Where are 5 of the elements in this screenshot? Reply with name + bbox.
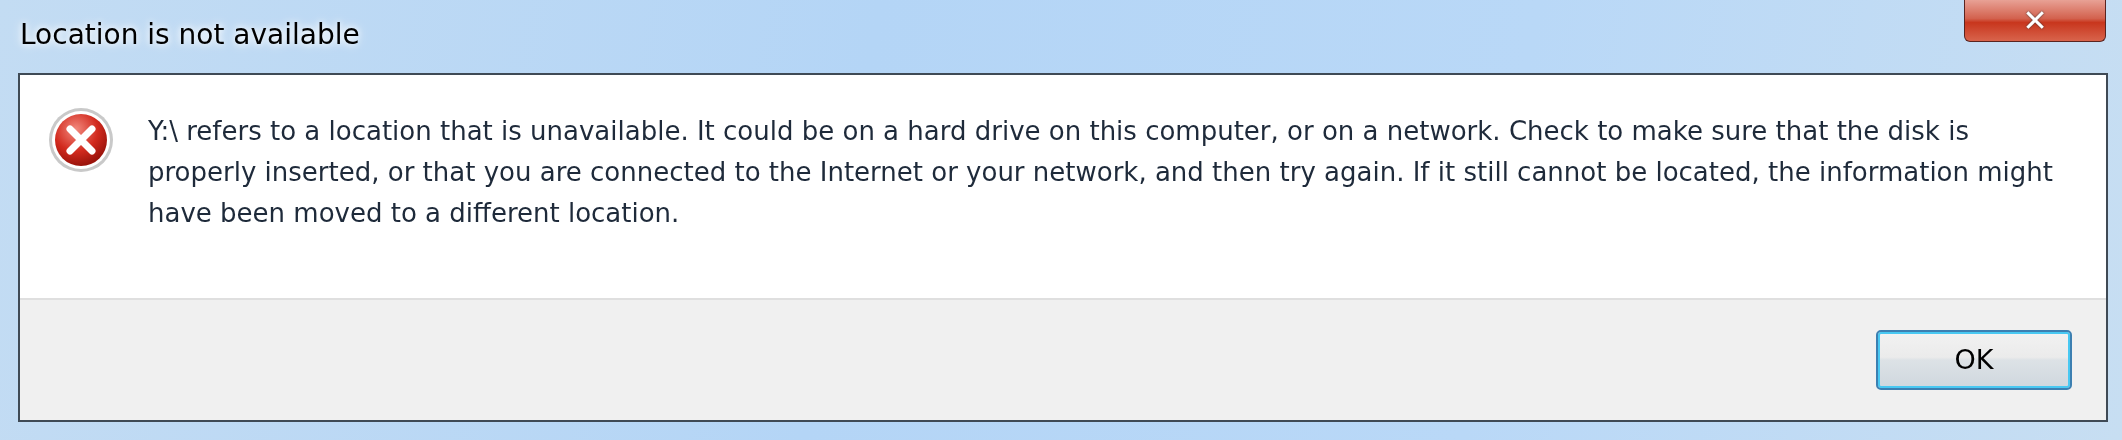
error-message: Y:\ refers to a location that is unavailable. It could be on a hard drive on this computer, or on a network. Check to make sure that the disk is properly inserted, or that you are connected to the Internet or your network, and then try again. If it still cannot be located, the information might have been moved to a different location. [148, 115, 2054, 230]
ok-button[interactable]: OK [1876, 330, 2072, 390]
window-title: Location is not available [20, 17, 360, 53]
close-button[interactable]: ✕ [1964, 0, 2106, 42]
error-icon [48, 107, 114, 173]
